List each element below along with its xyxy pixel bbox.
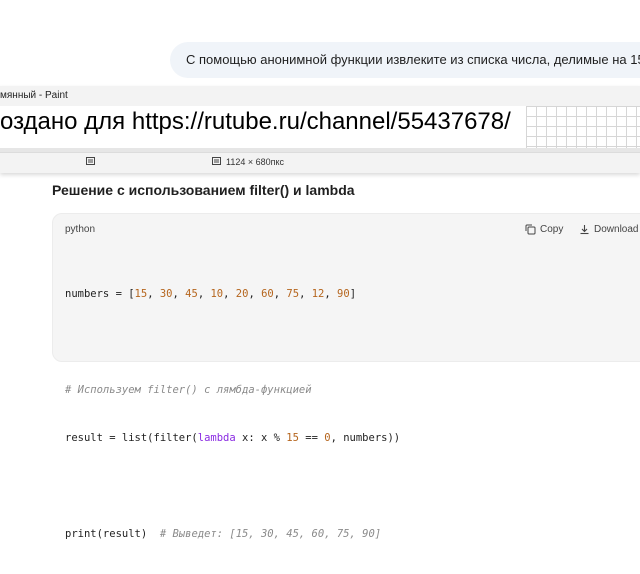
code-content: numbers = [15, 30, 45, 10, 20, 60, 75, 1…	[65, 254, 400, 574]
download-label: Download	[594, 223, 639, 235]
download-button[interactable]: Download	[579, 221, 638, 237]
paint-status-bar: 1124 × 680пкс	[0, 152, 640, 173]
code-line-comment: # Используем filter() с лямбда-функцией	[65, 384, 312, 396]
download-icon	[580, 224, 589, 234]
user-message-text: С помощью анонимной функции извлеките из…	[186, 52, 640, 67]
paint-window[interactable]: мянный - Paint оздано для https://rutube…	[0, 86, 640, 173]
code-header: python Copy Download	[53, 214, 640, 244]
copy-icon	[525, 224, 536, 234]
image-size-icon	[212, 157, 221, 165]
answer-heading: Решение с использованием filter() и lamb…	[52, 182, 355, 198]
code-line-print: print(result) # Выведет: [15, 30, 45, 60…	[65, 528, 382, 540]
paint-window-title: мянный - Paint	[0, 90, 68, 101]
code-line-numbers: numbers = [15, 30, 45, 10, 20, 60, 75, 1…	[65, 288, 357, 300]
code-language-label: python	[65, 224, 96, 235]
user-message-bubble: С помощью анонимной функции извлеките из…	[170, 42, 640, 78]
paint-canvas[interactable]: оздано для https://rutube.ru/channel/554…	[0, 106, 640, 148]
image-size-text: 1124 × 680пкс	[226, 157, 285, 167]
canvas-text: оздано для https://rutube.ru/channel/554…	[0, 108, 511, 135]
copy-button[interactable]: Copy	[525, 221, 563, 237]
code-block: python Copy Download numbers = [15, 30, …	[52, 213, 640, 540]
code-line-result: result = list(filter(lambda x: x % 15 ==…	[65, 432, 401, 444]
copy-label: Copy	[540, 223, 564, 235]
cursor-position-icon	[86, 157, 95, 165]
paint-titlebar[interactable]: мянный - Paint	[0, 86, 640, 107]
